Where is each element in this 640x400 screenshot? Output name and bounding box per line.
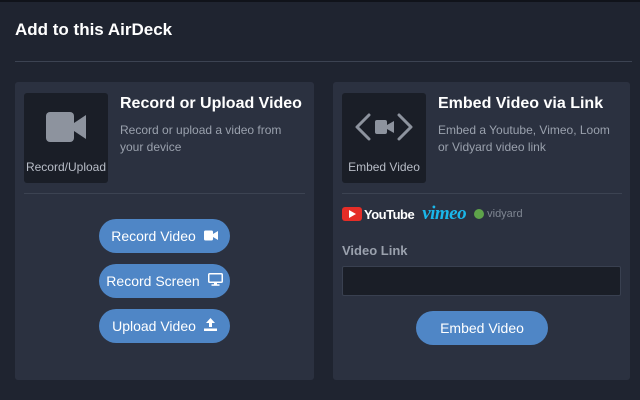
- card-title: Embed Video via Link: [438, 95, 604, 112]
- play-icon: [342, 207, 362, 221]
- embed-video-card: Embed Video Embed Video via Link Embed a…: [333, 82, 630, 380]
- monitor-icon: [207, 273, 223, 289]
- supported-providers: YouTube vimeo vidyard: [342, 203, 523, 224]
- video-link-input[interactable]: [342, 266, 621, 296]
- tile-label: Record/Upload: [25, 160, 107, 174]
- dialog-title: Add to this AirDeck: [15, 20, 173, 39]
- video-camera-icon: [203, 228, 218, 244]
- card-title: Record or Upload Video: [120, 95, 302, 112]
- youtube-wordmark: YouTube: [364, 206, 415, 222]
- vidyard-wordmark: vidyard: [487, 208, 523, 220]
- title-divider: [15, 61, 632, 62]
- button-label: Record Screen: [106, 273, 200, 289]
- button-label: Record Video: [111, 228, 196, 244]
- upload-video-button[interactable]: Upload Video: [99, 309, 230, 343]
- record-video-button[interactable]: Record Video: [99, 219, 230, 253]
- record-screen-button[interactable]: Record Screen: [99, 264, 230, 298]
- embed-video-button[interactable]: Embed Video: [416, 311, 548, 345]
- record-upload-tile: Record/Upload: [24, 93, 108, 183]
- upload-icon: [203, 318, 217, 334]
- video-camera-icon: [24, 105, 108, 149]
- card-description: Embed a Youtube, Vimeo, Loom or Vidyard …: [438, 123, 610, 154]
- record-upload-card: Record/Upload Record or Upload Video Rec…: [15, 82, 314, 380]
- video-link-label: Video Link: [342, 243, 408, 258]
- vimeo-logo: vimeo: [422, 203, 467, 224]
- vidyard-logo: vidyard: [474, 208, 523, 220]
- youtube-logo: YouTube: [342, 206, 415, 222]
- card-divider: [342, 193, 622, 194]
- tile-label: Embed Video: [348, 160, 420, 174]
- vidyard-mark-icon: [474, 209, 485, 219]
- card-divider: [24, 193, 305, 194]
- top-edge: [0, 0, 640, 2]
- embed-code-video-icon: [342, 105, 426, 149]
- embed-video-tile: Embed Video: [342, 93, 426, 183]
- button-label: Upload Video: [112, 318, 196, 334]
- card-description: Record or upload a video from your devic…: [120, 123, 282, 154]
